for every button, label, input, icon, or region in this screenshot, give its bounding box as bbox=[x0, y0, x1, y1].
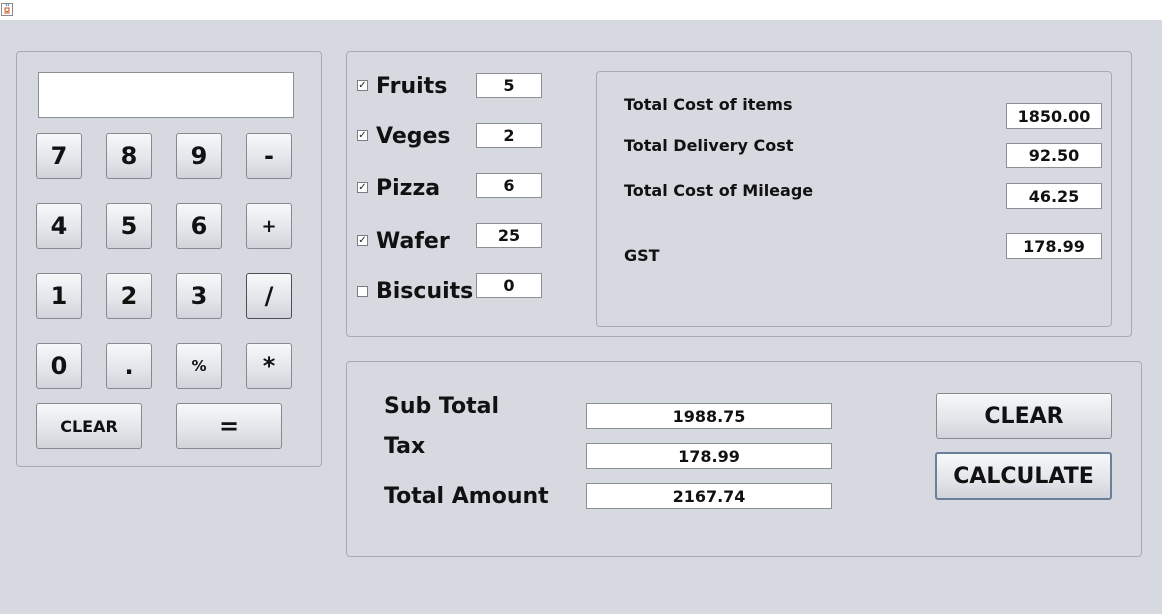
total-cost-items-field[interactable]: 1850.00 bbox=[1006, 103, 1102, 129]
key-plus[interactable]: + bbox=[246, 203, 292, 249]
calculator-clear-button[interactable]: CLEAR bbox=[36, 403, 142, 449]
key-9[interactable]: 9 bbox=[176, 133, 222, 179]
tax-label: Tax bbox=[384, 434, 426, 459]
calculator-display[interactable] bbox=[38, 72, 294, 118]
pizza-checkbox[interactable]: ✓ bbox=[357, 182, 368, 193]
veges-checkbox[interactable]: ✓ bbox=[357, 130, 368, 141]
key-5[interactable]: 5 bbox=[106, 203, 152, 249]
wafer-label: Wafer bbox=[376, 229, 450, 254]
key-minus[interactable]: - bbox=[246, 133, 292, 179]
mileage-cost-label: Total Cost of Mileage bbox=[624, 181, 814, 200]
fruits-label: Fruits bbox=[376, 74, 448, 99]
gst-field[interactable]: 178.99 bbox=[1006, 233, 1102, 259]
fruits-checkbox[interactable]: ✓ bbox=[357, 80, 368, 91]
key-equals[interactable]: = bbox=[176, 403, 282, 449]
veges-label: Veges bbox=[376, 124, 451, 149]
fruits-qty-field[interactable]: 5 bbox=[476, 73, 542, 98]
key-multiply[interactable]: * bbox=[246, 343, 292, 389]
mileage-cost-field[interactable]: 46.25 bbox=[1006, 183, 1102, 209]
key-1[interactable]: 1 bbox=[36, 273, 82, 319]
subtotal-label: Sub Total bbox=[384, 394, 500, 419]
veges-qty-field[interactable]: 2 bbox=[476, 123, 542, 148]
pizza-qty-field[interactable]: 6 bbox=[476, 173, 542, 198]
wafer-qty-field[interactable]: 25 bbox=[476, 223, 542, 248]
key-6[interactable]: 6 bbox=[176, 203, 222, 249]
key-percent[interactable]: % bbox=[176, 343, 222, 389]
key-dot[interactable]: . bbox=[106, 343, 152, 389]
pizza-label: Pizza bbox=[376, 176, 441, 201]
delivery-cost-field[interactable]: 92.50 bbox=[1006, 143, 1102, 168]
wafer-checkbox[interactable]: ✓ bbox=[357, 235, 368, 246]
total-cost-items-label: Total Cost of items bbox=[624, 95, 793, 114]
key-8[interactable]: 8 bbox=[106, 133, 152, 179]
key-divide[interactable]: / bbox=[246, 273, 292, 319]
key-0[interactable]: 0 bbox=[36, 343, 82, 389]
key-7[interactable]: 7 bbox=[36, 133, 82, 179]
calculate-button[interactable]: CALCULATE bbox=[935, 452, 1112, 500]
java-coffee-icon bbox=[1, 3, 13, 16]
total-amount-label: Total Amount bbox=[384, 484, 549, 509]
subtotal-field[interactable]: 1988.75 bbox=[586, 403, 832, 429]
key-4[interactable]: 4 bbox=[36, 203, 82, 249]
clear-button[interactable]: CLEAR bbox=[936, 393, 1112, 439]
biscuits-label: Biscuits bbox=[376, 279, 474, 304]
title-bar bbox=[0, 0, 1162, 20]
key-3[interactable]: 3 bbox=[176, 273, 222, 319]
key-2[interactable]: 2 bbox=[106, 273, 152, 319]
biscuits-qty-field[interactable]: 0 bbox=[476, 273, 542, 298]
delivery-cost-label: Total Delivery Cost bbox=[624, 136, 794, 155]
biscuits-checkbox[interactable] bbox=[357, 286, 368, 297]
tax-field[interactable]: 178.99 bbox=[586, 443, 832, 469]
total-amount-field[interactable]: 2167.74 bbox=[586, 483, 832, 509]
gst-label: GST bbox=[624, 246, 660, 265]
